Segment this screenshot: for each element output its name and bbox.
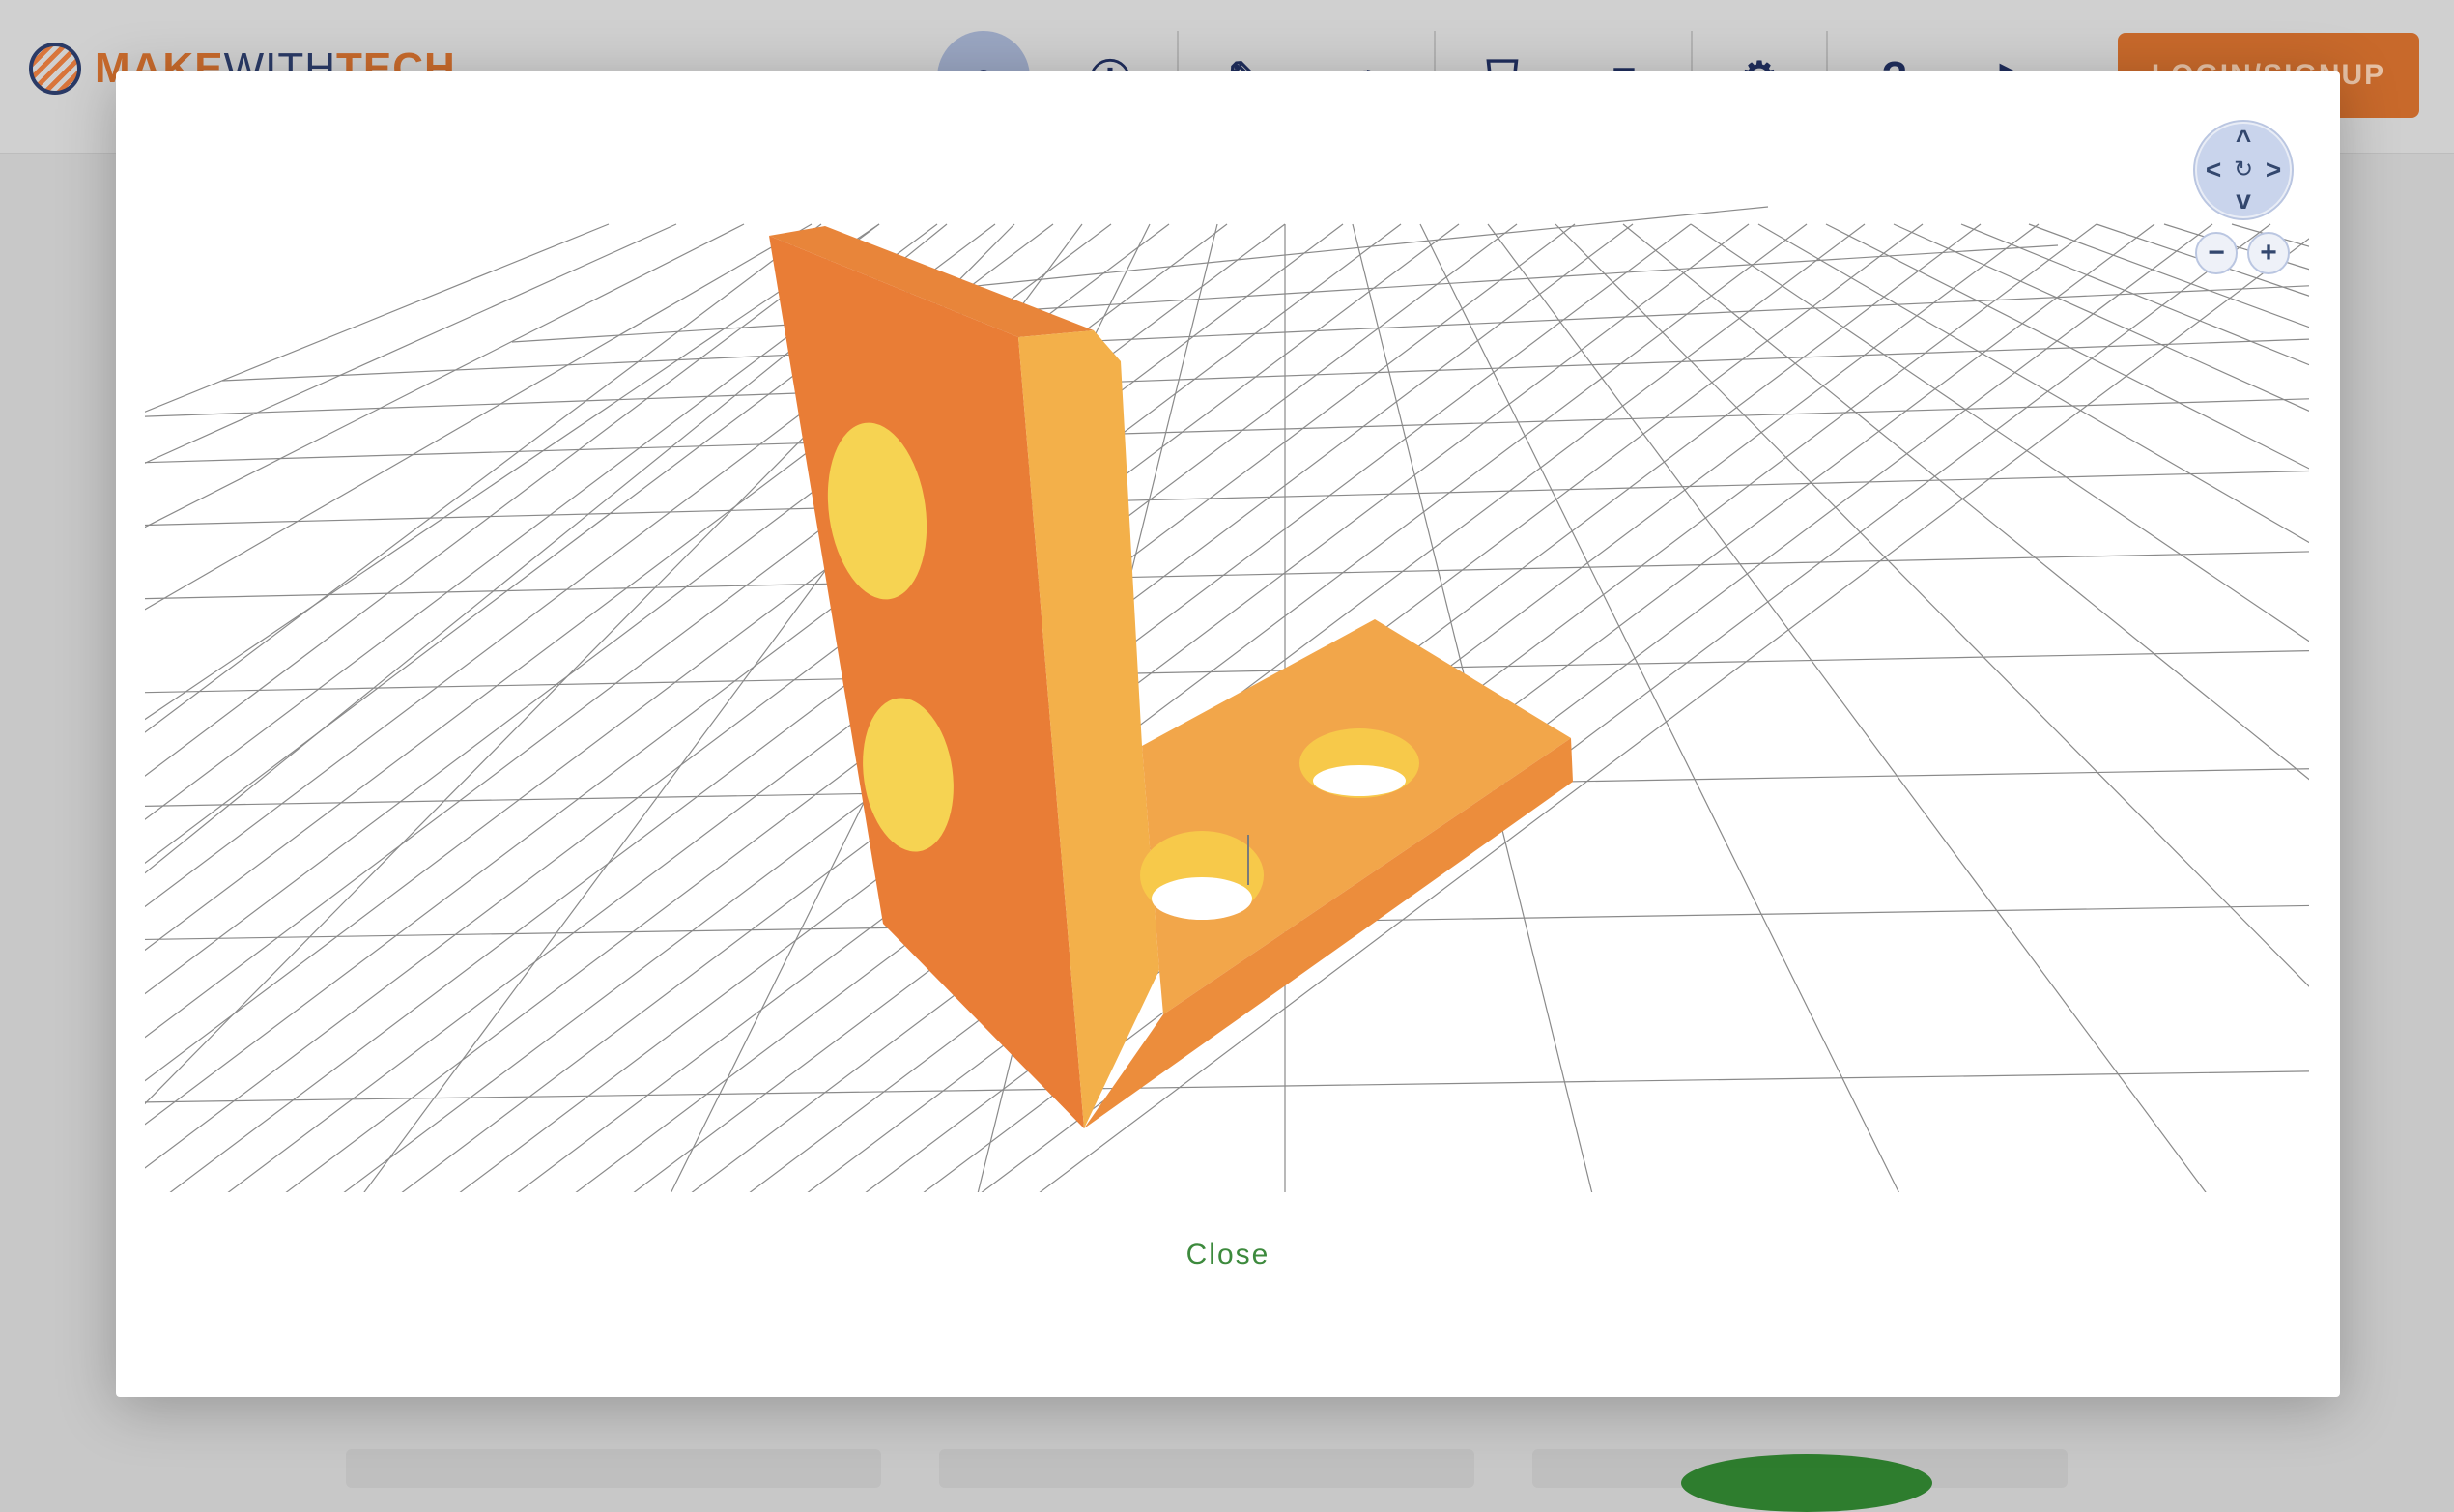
background-card — [346, 1449, 881, 1488]
background-button — [1681, 1454, 1932, 1512]
grid-line — [1825, 223, 2309, 470]
grid-line — [1555, 223, 2309, 987]
grid-line — [145, 551, 2309, 600]
grid-line — [1487, 223, 2207, 1192]
rotate-right-icon[interactable]: > — [2259, 156, 2288, 185]
3d-viewer-canvas[interactable] — [145, 100, 2309, 1192]
bracket-hole-opening — [1313, 765, 1406, 796]
grid-line — [1893, 223, 2309, 412]
grid-line — [145, 470, 2309, 527]
zoom-in-button[interactable]: + — [2247, 232, 2290, 274]
grid-line — [2163, 223, 2309, 271]
grid-line — [1622, 223, 2309, 781]
bracket-hole-opening — [1152, 877, 1252, 920]
model-preview-modal: ^ < ↻ > v − + Close — [116, 71, 2340, 1397]
3d-scene — [145, 206, 2309, 1192]
close-button[interactable]: Close — [116, 1239, 2340, 1271]
zoom-out-button[interactable]: − — [2195, 232, 2238, 274]
grid-line — [2096, 223, 2309, 297]
grid-line — [2028, 223, 2309, 328]
rotate-up-icon[interactable]: ^ — [2229, 126, 2258, 155]
orbit-control[interactable]: ^ < ↻ > v — [2195, 122, 2292, 218]
grid-line — [221, 285, 2309, 382]
rotate-down-icon[interactable]: v — [2229, 185, 2258, 214]
background-card — [939, 1449, 1474, 1488]
rotate-left-icon[interactable]: < — [2199, 156, 2228, 185]
grid-line — [2231, 223, 2309, 247]
logo-icon — [29, 43, 81, 95]
grid-line — [145, 223, 610, 413]
l-bracket-model[interactable] — [769, 226, 1573, 1128]
grid-line — [145, 338, 2309, 417]
floor-grid — [145, 206, 2309, 1192]
reset-view-icon[interactable]: ↻ — [2229, 156, 2258, 185]
